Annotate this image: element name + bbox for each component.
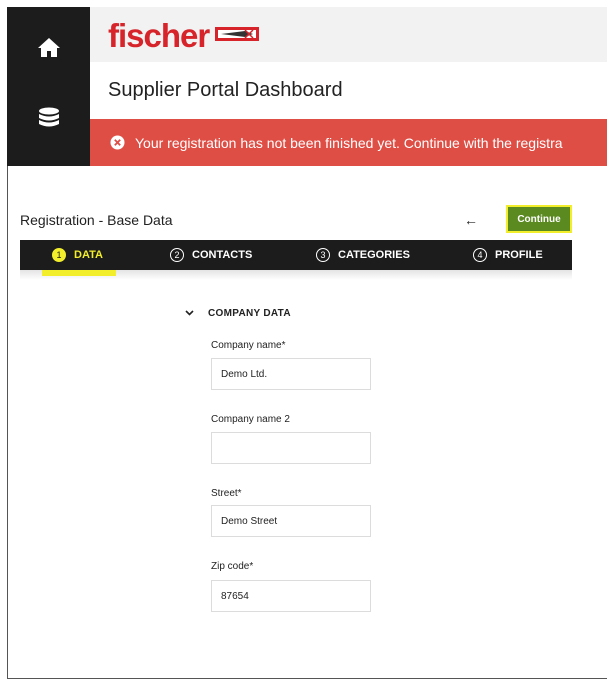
section-title: COMPANY DATA bbox=[208, 308, 291, 319]
registration-title: Registration - Base Data bbox=[20, 212, 173, 228]
database-icon bbox=[38, 107, 60, 136]
page-title: Supplier Portal Dashboard bbox=[108, 79, 343, 101]
step-number: 3 bbox=[316, 248, 330, 262]
home-icon bbox=[37, 36, 61, 63]
tab-contacts[interactable]: 2 CONTACTS bbox=[170, 240, 252, 270]
registration-stepper: 1 DATA 2 CONTACTS 3 CATEGORIES 4 PROFILE bbox=[20, 240, 572, 270]
street-label: Street* bbox=[211, 488, 242, 499]
zip-code-field[interactable] bbox=[211, 580, 371, 612]
step-label: CONTACTS bbox=[192, 249, 253, 261]
company-name-2-field[interactable] bbox=[211, 432, 371, 464]
zip-code-label: Zip code* bbox=[211, 561, 254, 572]
step-label: DATA bbox=[74, 249, 103, 261]
step-number: 1 bbox=[52, 248, 66, 262]
sidebar-item-home[interactable] bbox=[7, 19, 90, 79]
alert-text: Your registration has not been finished … bbox=[135, 134, 563, 151]
tab-data[interactable]: 1 DATA bbox=[52, 240, 103, 270]
company-name-field[interactable] bbox=[211, 358, 371, 390]
company-name-2-label: Company name 2 bbox=[211, 414, 290, 425]
company-name-label: Company name* bbox=[211, 340, 286, 351]
step-number: 4 bbox=[473, 248, 487, 262]
tab-profile[interactable]: 4 PROFILE bbox=[473, 240, 543, 270]
active-step-indicator bbox=[42, 270, 116, 276]
error-circle-icon bbox=[110, 135, 125, 150]
back-arrow-icon[interactable]: ← bbox=[464, 210, 478, 230]
company-data-section-toggle[interactable]: COMPANY DATA bbox=[185, 308, 291, 319]
sidebar bbox=[7, 7, 90, 166]
logo-text: fischer bbox=[108, 17, 210, 54]
street-field[interactable] bbox=[211, 505, 371, 537]
continue-button[interactable]: Continue bbox=[506, 205, 572, 233]
tab-categories[interactable]: 3 CATEGORIES bbox=[316, 240, 410, 270]
step-label: CATEGORIES bbox=[338, 249, 410, 261]
sidebar-item-database[interactable] bbox=[7, 91, 90, 151]
logo-badge-icon bbox=[215, 24, 260, 49]
step-label: PROFILE bbox=[495, 249, 543, 261]
registration-alert: Your registration has not been finished … bbox=[90, 119, 607, 166]
top-header: fischer bbox=[90, 7, 607, 62]
step-number: 2 bbox=[170, 248, 184, 262]
chevron-down-icon bbox=[185, 308, 194, 319]
page-title-bar: Supplier Portal Dashboard bbox=[90, 62, 607, 119]
fischer-logo[interactable]: fischer bbox=[108, 17, 260, 54]
